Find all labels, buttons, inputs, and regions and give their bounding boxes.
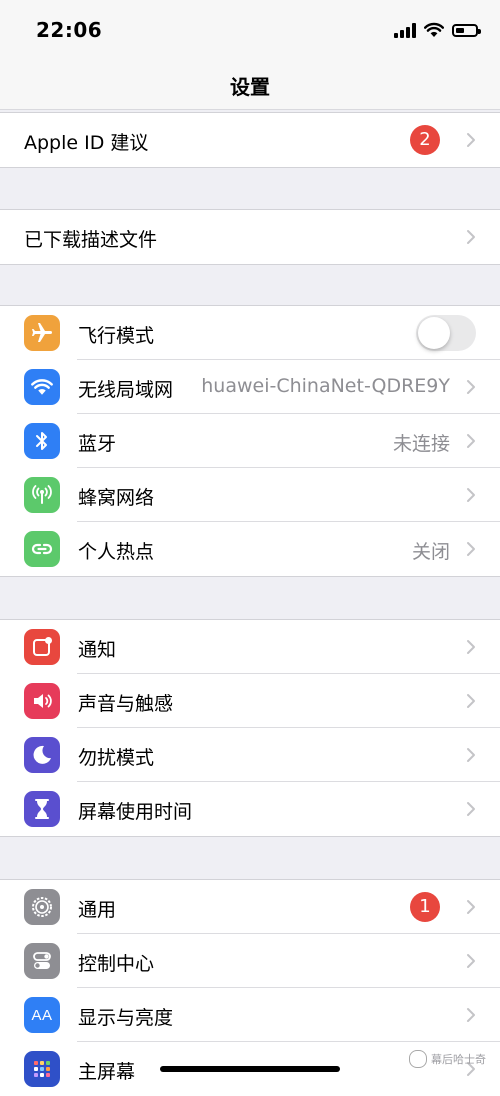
settings-row-personal-hotspot[interactable]: 个人热点 关闭 bbox=[0, 522, 500, 576]
navigation-bar: 设置 bbox=[0, 60, 500, 110]
cellular-icon bbox=[24, 477, 60, 513]
row-label: 通知 bbox=[78, 639, 117, 661]
page-title: 设置 bbox=[230, 75, 270, 99]
home-indicator[interactable] bbox=[160, 1066, 340, 1072]
connectivity-group: 飞行模式 无线局域网 huawei-ChinaNet-QDRE9Y 蓝牙 未连接 bbox=[0, 305, 500, 577]
switches-icon bbox=[24, 943, 60, 979]
settings-row-apple-id-suggestions[interactable]: Apple ID 建议 2 bbox=[0, 113, 500, 167]
hotspot-status: 关闭 bbox=[411, 541, 450, 563]
chevron-right-icon bbox=[467, 1008, 475, 1022]
row-label: 蜂窝网络 bbox=[78, 487, 155, 509]
apple-id-group: Apple ID 建议 2 bbox=[0, 112, 500, 168]
airplane-icon bbox=[24, 315, 60, 351]
wifi-icon bbox=[24, 369, 60, 405]
settings-row-control-center[interactable]: 控制中心 bbox=[0, 934, 500, 988]
watermark: 幕后哈士奇 bbox=[409, 1050, 486, 1068]
settings-row-sounds-haptics[interactable]: 声音与触感 bbox=[0, 674, 500, 728]
chevron-right-icon bbox=[467, 640, 475, 654]
row-label: 主屏幕 bbox=[78, 1061, 136, 1083]
text-size-icon: AA bbox=[24, 997, 60, 1033]
settings-row-bluetooth[interactable]: 蓝牙 未连接 bbox=[0, 414, 500, 468]
status-bar: 22:06 bbox=[0, 0, 500, 60]
row-label: 屏幕使用时间 bbox=[78, 801, 193, 823]
settings-row-do-not-disturb[interactable]: 勿扰模式 bbox=[0, 728, 500, 782]
chevron-right-icon bbox=[467, 230, 475, 244]
chevron-right-icon bbox=[467, 133, 475, 147]
chevron-right-icon bbox=[467, 380, 475, 394]
settings-row-downloaded-profiles[interactable]: 已下载描述文件 bbox=[0, 210, 500, 264]
row-label: 通用 bbox=[78, 899, 117, 921]
status-icons bbox=[394, 19, 481, 41]
chevron-right-icon bbox=[467, 694, 475, 708]
watermark-logo-icon bbox=[409, 1050, 427, 1068]
chevron-right-icon bbox=[467, 488, 475, 502]
notification-badge: 1 bbox=[410, 892, 440, 922]
text-size-glyph: AA bbox=[31, 1006, 53, 1024]
notifications-group: 通知 声音与触感 勿扰模式 屏幕使用时间 bbox=[0, 619, 500, 837]
row-label: 显示与亮度 bbox=[78, 1007, 174, 1029]
signal-strength-icon bbox=[394, 22, 416, 38]
settings-row-screen-time[interactable]: 屏幕使用时间 bbox=[0, 782, 500, 836]
profiles-group: 已下载描述文件 bbox=[0, 209, 500, 265]
row-label: 飞行模式 bbox=[78, 325, 155, 347]
watermark-text: 幕后哈士奇 bbox=[431, 1053, 486, 1066]
chevron-right-icon bbox=[467, 900, 475, 914]
row-label: Apple ID 建议 bbox=[24, 132, 149, 154]
settings-row-airplane-mode: 飞行模式 bbox=[0, 306, 500, 360]
settings-row-notifications[interactable]: 通知 bbox=[0, 620, 500, 674]
chevron-right-icon bbox=[467, 954, 475, 968]
toggle-knob bbox=[418, 317, 450, 349]
chevron-right-icon bbox=[467, 802, 475, 816]
hotspot-icon bbox=[24, 531, 60, 567]
airplane-mode-toggle[interactable] bbox=[416, 315, 476, 351]
wifi-network-name: huawei-ChinaNet-QDRE9Y bbox=[201, 375, 450, 397]
row-label: 已下载描述文件 bbox=[24, 229, 158, 251]
wifi-status-icon bbox=[424, 22, 444, 37]
row-label: 声音与触感 bbox=[78, 693, 174, 715]
chevron-right-icon bbox=[467, 434, 475, 448]
hourglass-icon bbox=[24, 791, 60, 827]
battery-icon bbox=[452, 23, 481, 37]
moon-icon bbox=[24, 737, 60, 773]
chevron-right-icon bbox=[467, 748, 475, 762]
notification-icon bbox=[24, 629, 60, 665]
bluetooth-status: 未连接 bbox=[392, 433, 450, 455]
gear-icon bbox=[24, 889, 60, 925]
row-label: 个人热点 bbox=[78, 541, 155, 563]
row-label: 无线局域网 bbox=[78, 379, 174, 401]
status-time: 22:06 bbox=[36, 18, 103, 42]
sound-icon bbox=[24, 683, 60, 719]
settings-row-general[interactable]: 通用 1 bbox=[0, 880, 500, 934]
row-label: 控制中心 bbox=[78, 953, 155, 975]
chevron-right-icon bbox=[467, 542, 475, 556]
bluetooth-icon bbox=[24, 423, 60, 459]
row-label: 勿扰模式 bbox=[78, 747, 155, 769]
settings-row-display-brightness[interactable]: AA 显示与亮度 bbox=[0, 988, 500, 1042]
settings-row-wlan[interactable]: 无线局域网 huawei-ChinaNet-QDRE9Y bbox=[0, 360, 500, 414]
notification-badge: 2 bbox=[410, 125, 440, 155]
settings-row-cellular[interactable]: 蜂窝网络 bbox=[0, 468, 500, 522]
row-label: 蓝牙 bbox=[78, 433, 117, 455]
